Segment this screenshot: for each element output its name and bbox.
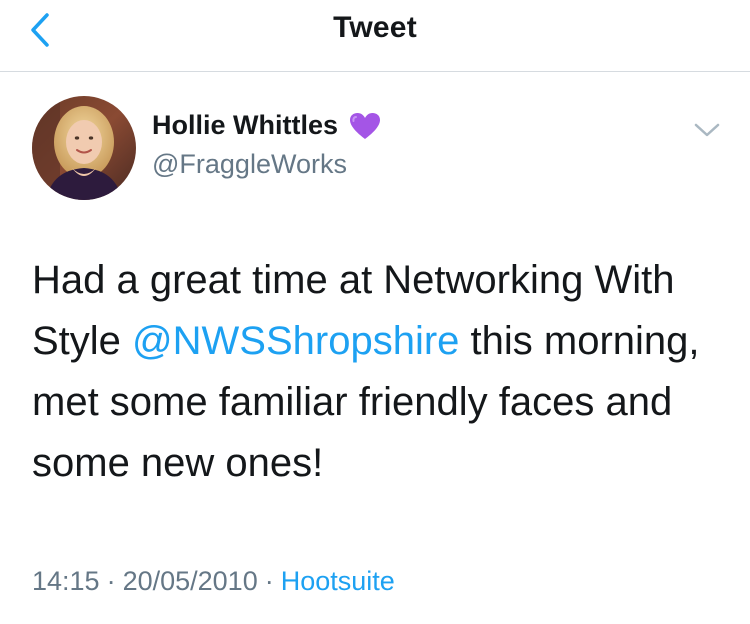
navigation-bar: Tweet [0, 0, 750, 72]
display-name[interactable]: Hollie Whittles [152, 110, 338, 141]
page-title: Tweet [333, 11, 417, 44]
source-link[interactable]: Hootsuite [281, 566, 395, 596]
chevron-down-icon [694, 123, 720, 137]
purple-heart-icon [348, 111, 382, 141]
author-handle[interactable]: @FraggleWorks [152, 149, 347, 180]
meta-separator: · [264, 566, 274, 596]
avatar[interactable] [32, 96, 136, 200]
tweet-metadata: 14:15 · 20/05/2010 · Hootsuite [32, 566, 395, 597]
author-name-row[interactable]: Hollie Whittles [152, 110, 382, 141]
more-options-button[interactable] [690, 118, 724, 142]
meta-separator: · [106, 566, 116, 596]
tweet-date: 20/05/2010 [122, 566, 258, 596]
tweet-text: Had a great time at Networking With Styl… [32, 250, 722, 494]
mention-link[interactable]: @NWSShropshire [132, 319, 459, 363]
avatar-photo [32, 96, 136, 200]
tweet-time: 14:15 [32, 566, 100, 596]
